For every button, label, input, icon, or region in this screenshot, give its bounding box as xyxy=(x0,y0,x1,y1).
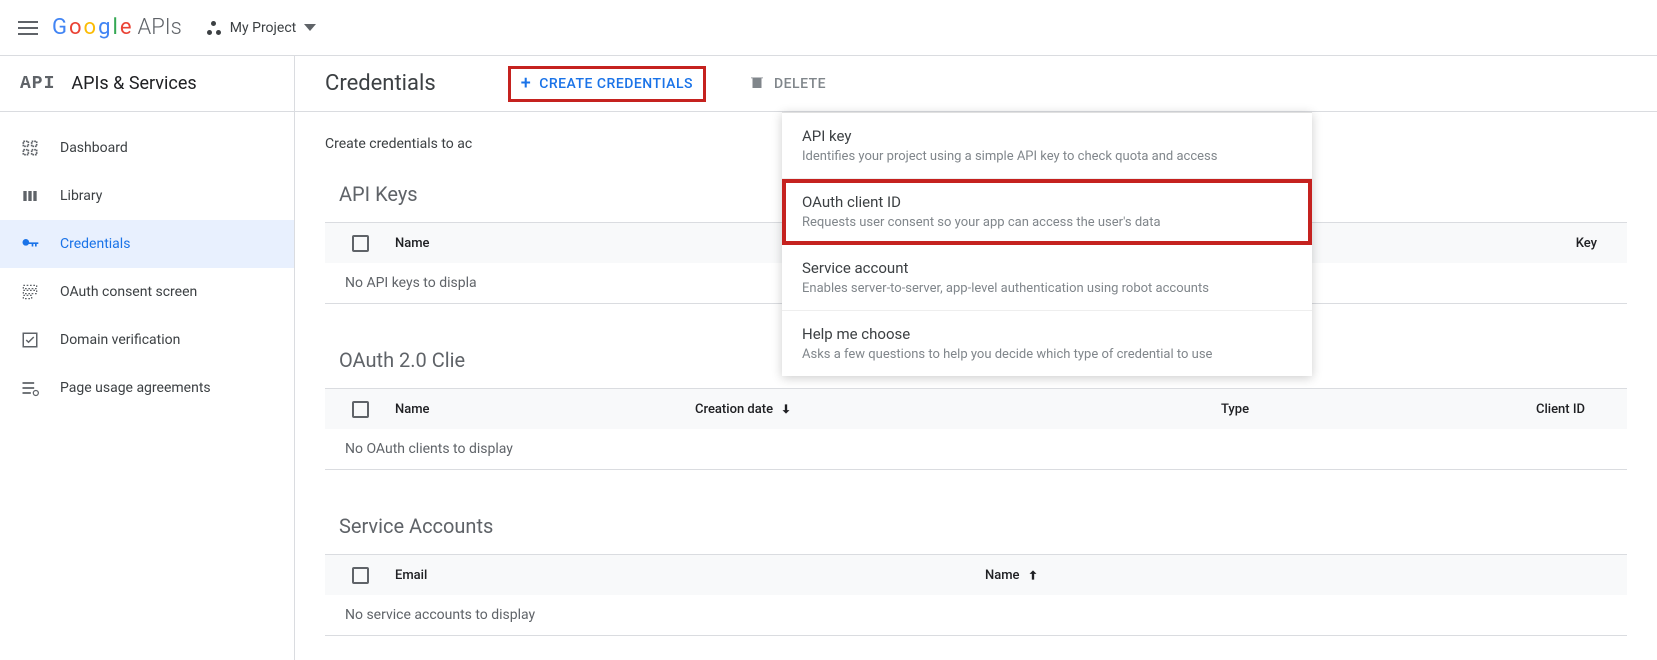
check-box-icon xyxy=(20,330,40,350)
col-name[interactable]: Name xyxy=(395,402,695,417)
service-table: Email Name No service accounts to displa… xyxy=(325,554,1627,636)
col-client-id[interactable]: Client ID xyxy=(1425,402,1615,417)
select-all-checkbox[interactable] xyxy=(352,401,369,418)
col-type[interactable]: Type xyxy=(1045,402,1425,417)
col-email[interactable]: Email xyxy=(395,568,985,583)
dropdown-item-sub: Enables server-to-server, app-level auth… xyxy=(802,281,1292,296)
project-dots-icon xyxy=(206,20,222,36)
arrow-down-icon xyxy=(779,402,793,416)
sidebar: API APIs & Services Dashboard Library Cr… xyxy=(0,56,295,660)
sidebar-item-label: Credentials xyxy=(60,236,130,252)
select-all-checkbox[interactable] xyxy=(352,567,369,584)
section-title-service: Service Accounts xyxy=(339,514,1627,538)
google-apis-logo[interactable]: Google APIs xyxy=(52,15,182,40)
delete-label: DELETE xyxy=(774,76,826,92)
sidebar-item-label: Dashboard xyxy=(60,140,128,156)
dropdown-item-title: Service account xyxy=(802,259,1292,277)
sidebar-item-domain-verification[interactable]: Domain verification xyxy=(0,316,294,364)
sidebar-item-page-usage[interactable]: Page usage agreements xyxy=(0,364,294,412)
service-empty: No service accounts to display xyxy=(325,595,1627,635)
col-key[interactable]: Key xyxy=(1507,236,1627,251)
col-name[interactable]: Name xyxy=(395,236,695,251)
dropdown-item-title: Help me choose xyxy=(802,325,1292,343)
dropdown-item-title: OAuth client ID xyxy=(802,193,1292,211)
library-icon xyxy=(20,186,40,206)
settings-list-icon xyxy=(20,378,40,398)
dropdown-item-help-choose[interactable]: Help me choose Asks a few questions to h… xyxy=(782,311,1312,376)
page-title: Credentials xyxy=(325,71,436,96)
dropdown-item-service-account[interactable]: Service account Enables server-to-server… xyxy=(782,245,1312,311)
dropdown-item-sub: Asks a few questions to help you decide … xyxy=(802,347,1292,362)
plus-icon: + xyxy=(521,75,532,93)
select-all-checkbox[interactable] xyxy=(352,235,369,252)
top-bar: Google APIs My Project xyxy=(0,0,1657,56)
sidebar-title: APIs & Services xyxy=(71,73,196,94)
sidebar-item-label: Domain verification xyxy=(60,332,180,348)
key-icon xyxy=(20,234,40,254)
col-creation-date-label: Creation date xyxy=(695,402,773,417)
create-credentials-label: CREATE CREDENTIALS xyxy=(539,76,693,92)
sidebar-item-dashboard[interactable]: Dashboard xyxy=(0,124,294,172)
sidebar-item-oauth-consent[interactable]: OAuth consent screen xyxy=(0,268,294,316)
main-content: Credentials + CREATE CREDENTIALS DELETE … xyxy=(295,56,1657,660)
sidebar-item-label: Page usage agreements xyxy=(60,380,211,396)
col-name[interactable]: Name xyxy=(985,568,1285,583)
sidebar-item-credentials[interactable]: Credentials xyxy=(0,220,294,268)
hamburger-icon[interactable] xyxy=(16,16,40,40)
create-credentials-dropdown: API key Identifies your project using a … xyxy=(782,112,1312,376)
col-creation-date[interactable]: Creation date xyxy=(695,402,1045,417)
consent-icon xyxy=(20,282,40,302)
oauth-table: Name Creation date Type Client ID No OAu… xyxy=(325,388,1627,470)
trash-icon xyxy=(748,73,766,95)
delete-button[interactable]: DELETE xyxy=(738,67,836,101)
apis-text: APIs xyxy=(137,15,181,40)
dropdown-item-sub: Identifies your project using a simple A… xyxy=(802,149,1292,164)
arrow-up-icon xyxy=(1026,568,1040,582)
create-credentials-button[interactable]: + CREATE CREDENTIALS xyxy=(508,66,706,102)
oauth-empty: No OAuth clients to display xyxy=(325,429,1627,469)
col-name-label: Name xyxy=(985,568,1020,583)
dropdown-item-oauth-client[interactable]: OAuth client ID Requests user consent so… xyxy=(782,179,1312,245)
sidebar-item-label: OAuth consent screen xyxy=(60,284,197,300)
project-name: My Project xyxy=(230,20,296,36)
api-badge-icon: API xyxy=(20,74,55,94)
dropdown-item-title: API key xyxy=(802,127,1292,145)
chevron-down-icon xyxy=(304,24,316,31)
dropdown-item-sub: Requests user consent so your app can ac… xyxy=(802,215,1292,230)
dashboard-icon xyxy=(20,138,40,158)
dropdown-item-api-key[interactable]: API key Identifies your project using a … xyxy=(782,113,1312,179)
project-picker[interactable]: My Project xyxy=(206,20,316,36)
sidebar-item-label: Library xyxy=(60,188,102,204)
sidebar-item-library[interactable]: Library xyxy=(0,172,294,220)
